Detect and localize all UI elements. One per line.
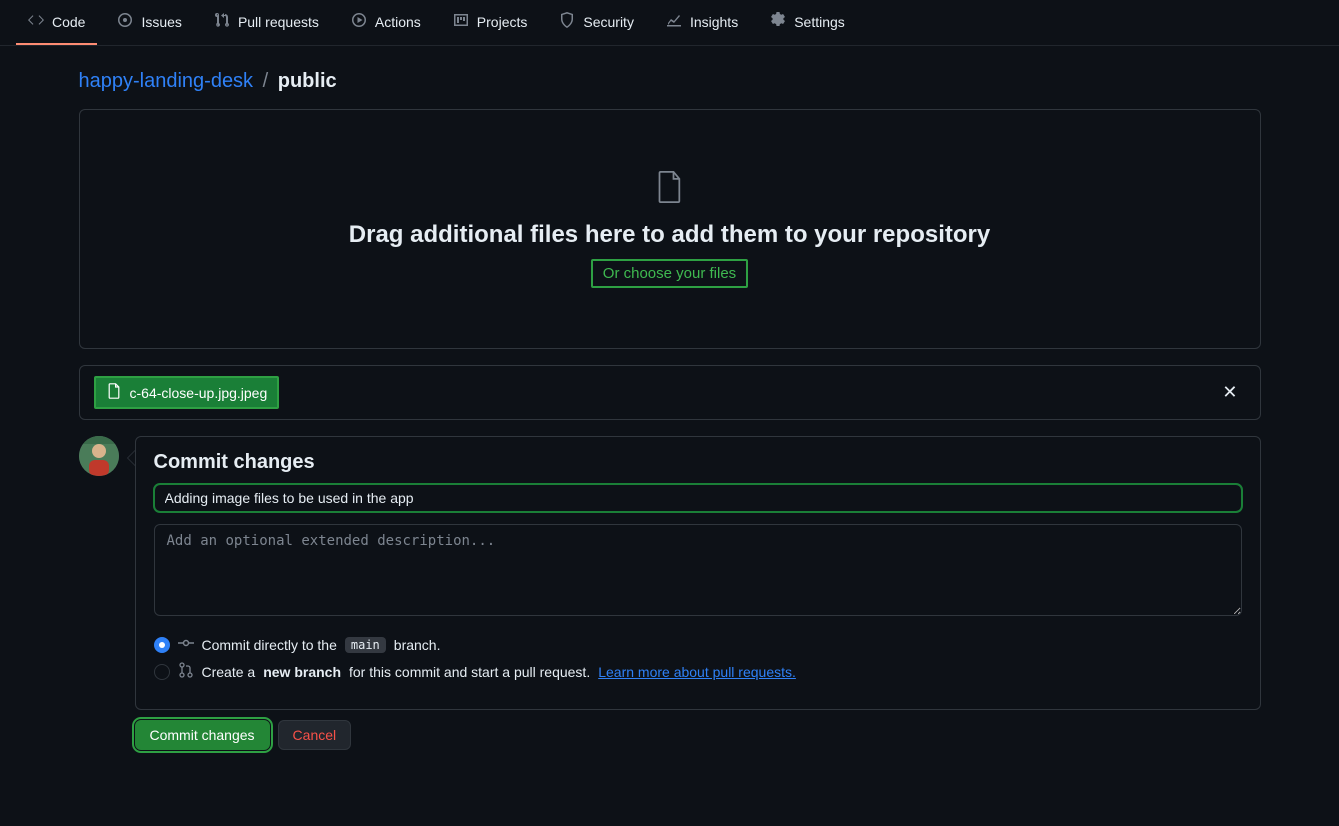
- issue-icon: [117, 12, 133, 31]
- commit-message-input[interactable]: [154, 484, 1242, 512]
- gear-icon: [770, 12, 786, 31]
- file-icon: [100, 170, 1240, 207]
- breadcrumb-folder: public: [278, 70, 337, 92]
- tab-actions[interactable]: Actions: [339, 0, 433, 45]
- play-icon: [351, 12, 367, 31]
- uploaded-file-row: c-64-close-up.jpg.jpeg ✕: [79, 365, 1261, 420]
- tab-label: Insights: [690, 14, 738, 30]
- radio-new-branch[interactable]: Create a new branch for this commit and …: [154, 662, 1242, 681]
- commit-heading: Commit changes: [154, 451, 1242, 474]
- breadcrumb-repo[interactable]: happy-landing-desk: [79, 70, 254, 92]
- tab-label: Issues: [141, 14, 181, 30]
- branch-name: main: [345, 637, 386, 653]
- file-chip[interactable]: c-64-close-up.jpg.jpeg: [94, 376, 280, 409]
- radio-label-pre: Commit directly to the: [202, 637, 337, 653]
- radio-label-mid: for this commit and start a pull request…: [349, 664, 590, 680]
- repo-nav: Code Issues Pull requests Actions Projec…: [0, 0, 1339, 46]
- tab-label: Settings: [794, 14, 845, 30]
- cancel-button[interactable]: Cancel: [278, 720, 352, 750]
- tab-security[interactable]: Security: [547, 0, 646, 45]
- remove-file-button[interactable]: ✕: [1214, 378, 1245, 407]
- tab-projects[interactable]: Projects: [441, 0, 540, 45]
- git-commit-icon: [178, 635, 194, 654]
- avatar: [79, 436, 119, 476]
- shield-icon: [559, 12, 575, 31]
- pull-request-icon: [214, 12, 230, 31]
- radio-label-pre: Create a: [202, 664, 256, 680]
- tab-issues[interactable]: Issues: [105, 0, 193, 45]
- learn-more-link[interactable]: Learn more about pull requests.: [598, 664, 796, 680]
- code-icon: [28, 12, 44, 31]
- tab-pull-requests[interactable]: Pull requests: [202, 0, 331, 45]
- file-drop-zone[interactable]: Drag additional files here to add them t…: [79, 109, 1261, 349]
- radio-input[interactable]: [154, 637, 170, 653]
- tab-settings[interactable]: Settings: [758, 0, 857, 45]
- breadcrumb: happy-landing-desk / public: [79, 70, 1261, 93]
- radio-label-bold: new branch: [263, 664, 341, 680]
- tab-label: Actions: [375, 14, 421, 30]
- tab-code[interactable]: Code: [16, 0, 97, 45]
- radio-label-post: branch.: [394, 637, 441, 653]
- radio-commit-direct[interactable]: Commit directly to the main branch.: [154, 635, 1242, 654]
- drop-title: Drag additional files here to add them t…: [100, 221, 1240, 249]
- choose-files-button[interactable]: Or choose your files: [591, 259, 748, 288]
- commit-button[interactable]: Commit changes: [135, 720, 270, 750]
- breadcrumb-sep: /: [263, 70, 269, 92]
- tab-label: Projects: [477, 14, 528, 30]
- commit-description-input[interactable]: [154, 524, 1242, 616]
- commit-form: Commit changes Commit directly to the ma…: [135, 436, 1261, 750]
- tab-label: Pull requests: [238, 14, 319, 30]
- tab-label: Security: [583, 14, 634, 30]
- file-name: c-64-close-up.jpg.jpeg: [130, 385, 268, 401]
- radio-input[interactable]: [154, 664, 170, 680]
- tab-insights[interactable]: Insights: [654, 0, 750, 45]
- file-icon: [106, 383, 122, 402]
- tab-label: Code: [52, 14, 85, 30]
- graph-icon: [666, 12, 682, 31]
- project-icon: [453, 12, 469, 31]
- git-pull-request-icon: [178, 662, 194, 681]
